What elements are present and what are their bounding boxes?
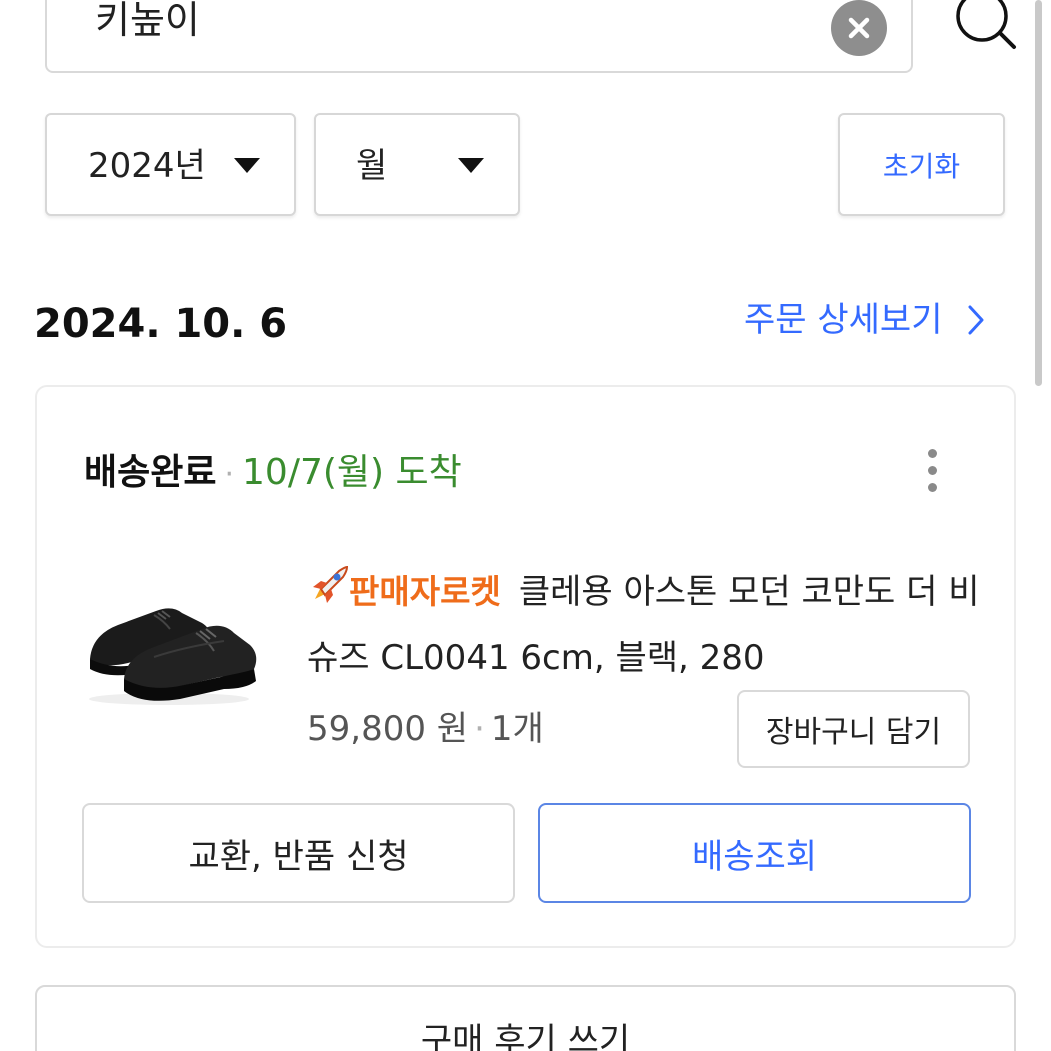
product-image[interactable] [84,577,264,707]
rocket-badge-label: 판매자로켓 [349,572,501,611]
year-select-label: 2024년 [88,146,206,186]
chevron-right-icon [967,304,985,336]
search-query-text: 키높이 [95,0,200,42]
track-delivery-button[interactable]: 배송조회 [538,803,971,903]
chevron-down-icon [458,158,484,173]
chevron-down-icon [234,158,260,173]
delivery-status: 배송완료 · 10/7(월) 도착 [84,451,462,501]
close-icon[interactable] [831,0,887,56]
order-card: 배송완료 · 10/7(월) 도착 판매자로켓 클레용 아스톤 모던 코만도 더… [35,385,1016,948]
price-quantity: 59,800 원 · 1개 [307,707,544,751]
year-select[interactable]: 2024년 [45,113,296,216]
scrollbar[interactable] [1035,0,1042,386]
exchange-return-button[interactable]: 교환, 반품 신청 [82,803,515,903]
close-glyph [848,17,870,39]
order-detail-label: 주문 상세보기 [744,300,943,340]
status-separator: · [224,457,235,492]
more-options-icon[interactable] [917,449,947,499]
month-select-label: 월 [356,146,388,186]
rocket-icon [307,559,349,625]
price-separator: · [474,709,485,749]
write-review-button[interactable]: 구매 후기 쓰기 [35,985,1016,1051]
product-quantity: 1개 [490,709,544,749]
add-to-cart-button[interactable]: 장바구니 담기 [737,690,970,768]
product-name[interactable]: 판매자로켓 클레용 아스톤 모던 코만도 더 비슈즈 CL0041 6cm, 블… [307,559,997,691]
product-price: 59,800 원 [307,709,469,749]
arrival-date: 10/7(월) 도착 [242,452,462,493]
order-detail-link[interactable]: 주문 상세보기 [744,298,985,342]
status-label: 배송완료 [84,452,217,493]
search-input[interactable]: 키높이 [45,0,913,73]
search-icon[interactable] [950,0,1020,56]
order-date: 2024. 10. 6 [34,301,288,347]
order-history-screen: 키높이 2024년 월 초기화 2024. 10. 6 주문 상세보기 배송완료… [0,0,1051,1051]
month-select[interactable]: 월 [314,113,520,216]
seller-rocket-badge: 판매자로켓 [307,559,501,625]
reset-button[interactable]: 초기화 [838,113,1005,216]
